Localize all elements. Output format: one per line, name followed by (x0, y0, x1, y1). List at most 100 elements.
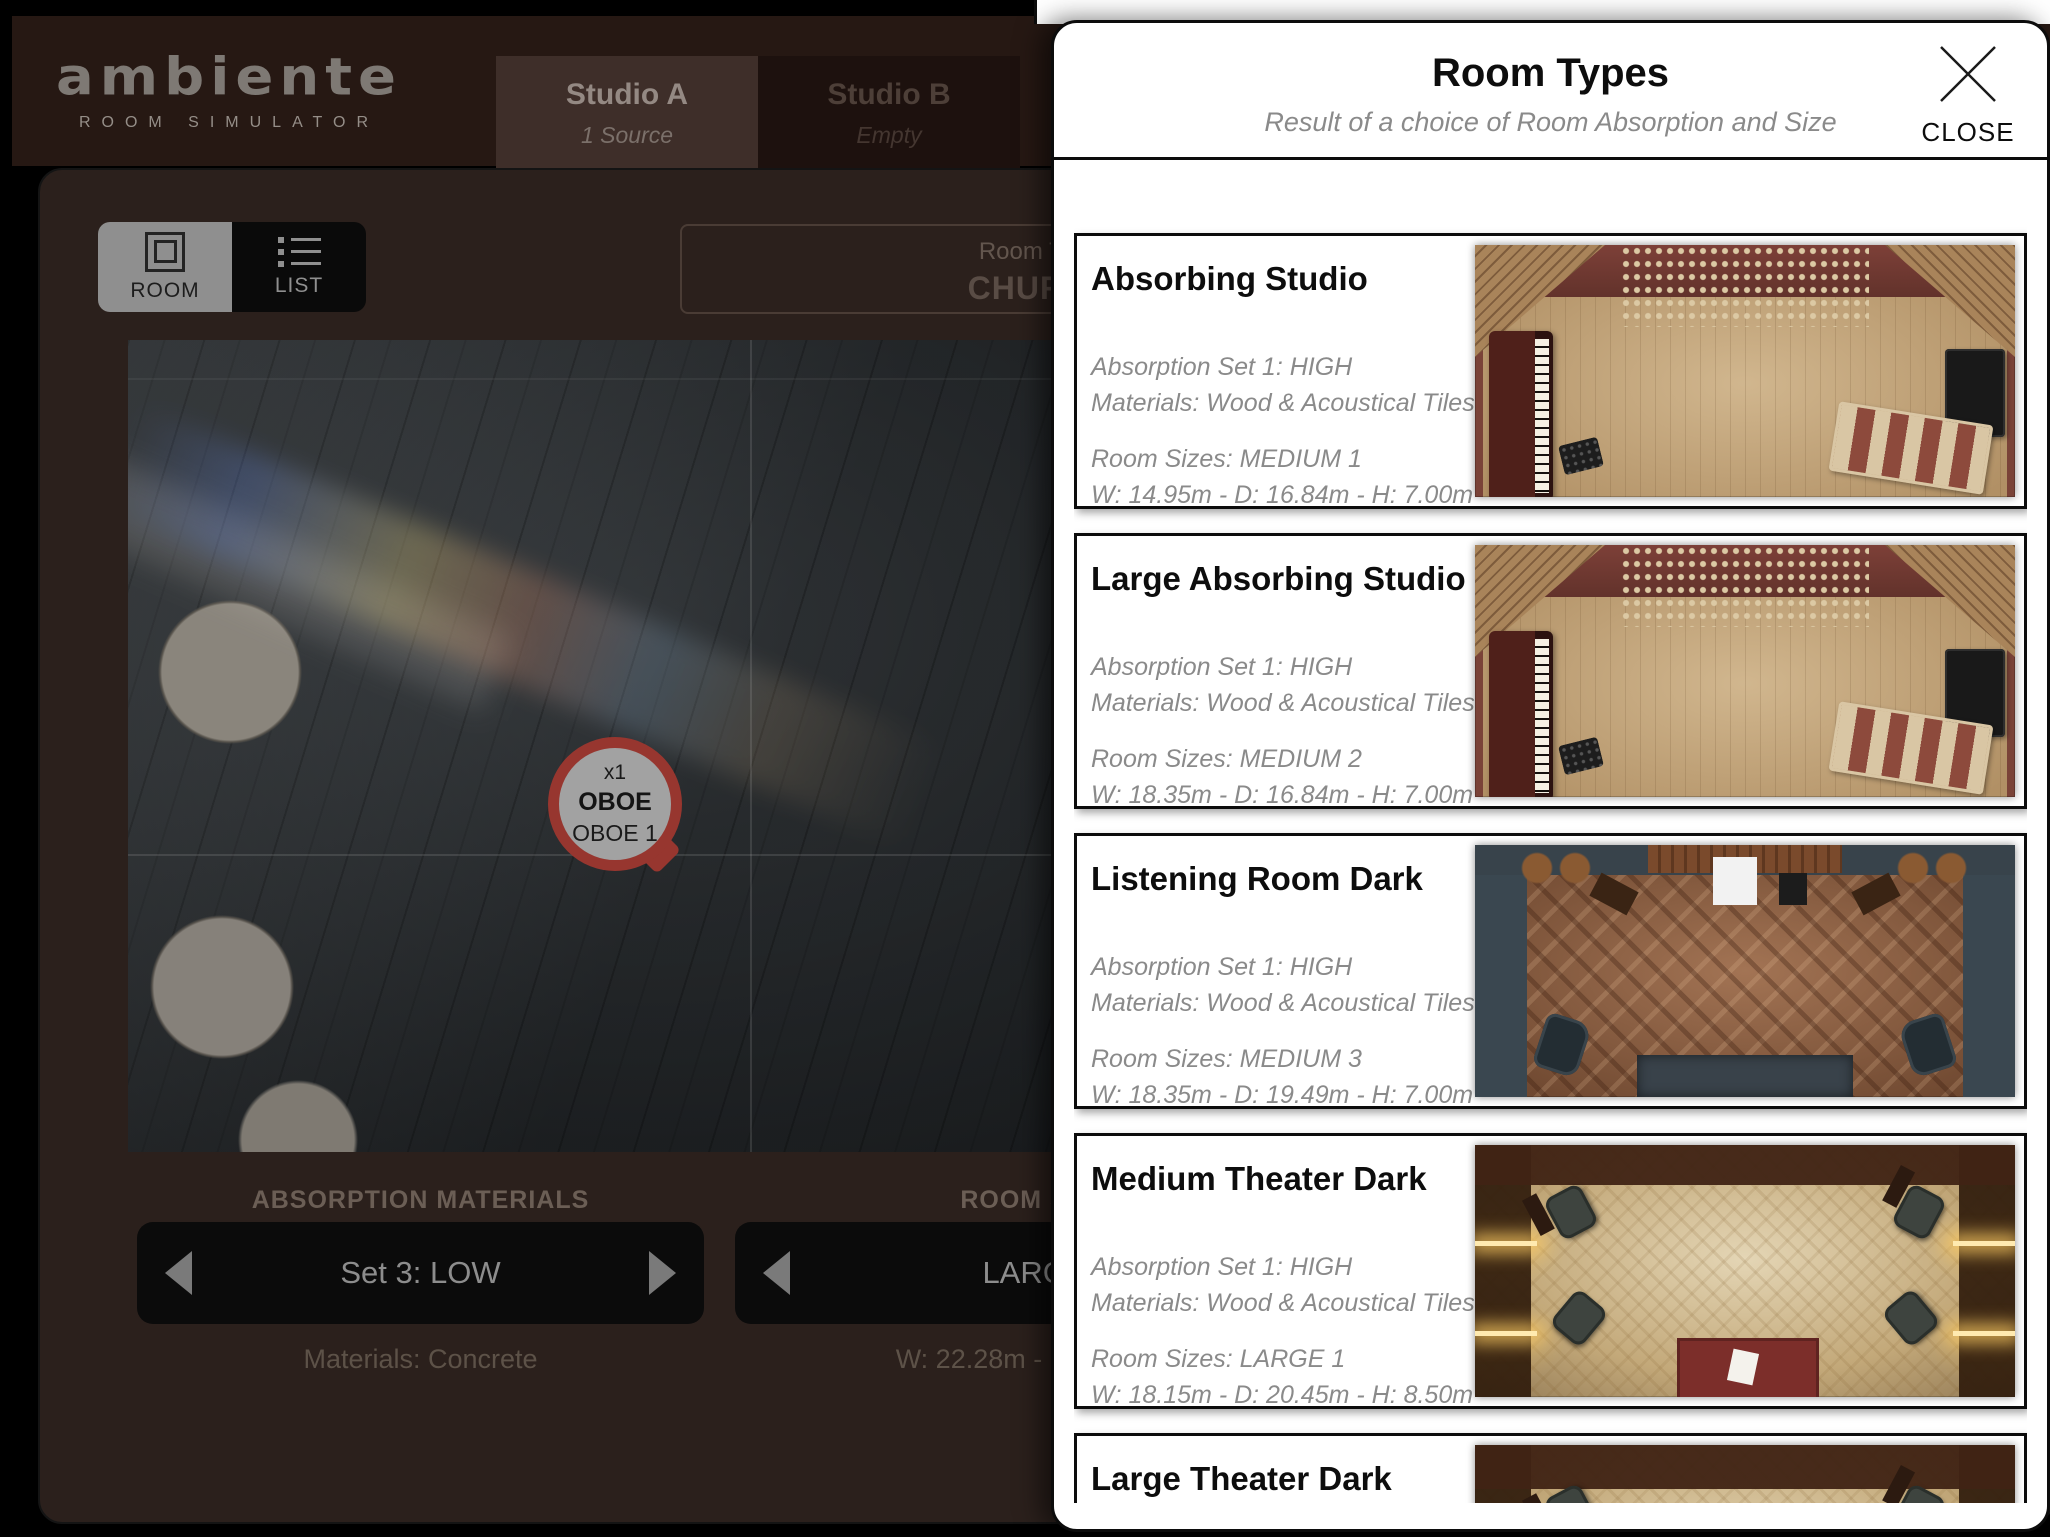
list-view-icon (277, 236, 321, 267)
screen-shape (1712, 857, 1757, 905)
card-materials: Materials: Wood & Acoustical Tiles (1091, 988, 1475, 1017)
tab-studio-a-label: Studio A (565, 78, 689, 111)
card-absorption-set: Absorption Set 1: HIGH (1091, 953, 1353, 981)
card-materials: Materials: Wood & Acoustical Tiles (1091, 1288, 1475, 1317)
light-beam-shape (1953, 1331, 2015, 1337)
source-marker-oboe[interactable]: x1 OBOE OBOE 1 (548, 737, 682, 875)
card-absorption-info: Absorption Set 1: HIGH Materials: Wood &… (1091, 950, 1521, 1021)
card-size-info: Room Sizes: LARGE 1 W: 18.15m - D: 20.45… (1091, 1342, 1521, 1413)
card-medium-theater-dark[interactable]: Medium Theater Dark Absorption Set 1: HI… (1074, 1133, 2027, 1409)
absorption-selector-value: Set 3: LOW (340, 1255, 501, 1290)
card-room-size: Room Sizes: MEDIUM 1 (1091, 445, 1362, 473)
close-label: CLOSE (1921, 117, 2015, 147)
card-dimensions: W: 18.35m - D: 19.49m - H: 7.00m (1091, 1080, 1474, 1109)
card-absorption-set: Absorption Set 1: HIGH (1091, 1253, 1353, 1281)
modal-divider (1054, 157, 2047, 160)
marker-count: x1 (603, 761, 627, 784)
absorption-materials-heading: ABSORPTION MATERIALS (251, 1186, 590, 1214)
prev-arrow-icon[interactable] (763, 1251, 790, 1295)
card-title: Medium Theater Dark (1091, 1160, 1427, 1197)
stools-shape (1895, 849, 1971, 887)
chair-shape (1880, 1287, 1942, 1349)
card-materials: Materials: Wood & Acoustical Tiles (1091, 688, 1475, 717)
tab-studio-b[interactable]: Studio B Empty (758, 56, 1020, 174)
piano-shape (1489, 331, 1553, 497)
chair-shape (1890, 1182, 1948, 1242)
marker-instance: OBOE 1 (572, 820, 658, 846)
corner-panel-shape (1885, 245, 2015, 357)
next-arrow-icon[interactable] (649, 1251, 676, 1295)
light-beam-shape (1953, 1240, 2015, 1246)
rug-shape (1637, 1055, 1853, 1097)
speaker-shape (1589, 872, 1639, 916)
marker-name: OBOE (578, 788, 652, 816)
room-view-label: ROOM (130, 278, 200, 302)
chair-shape (1890, 1482, 1948, 1503)
card-absorption-info: Absorption Set 1: HIGH Materials: Wood &… (1091, 350, 1521, 421)
card-room-size: Room Sizes: MEDIUM 3 (1091, 1045, 1362, 1073)
corner-panel-shape (1885, 545, 2015, 657)
room-preview-image (1475, 1445, 2015, 1503)
card-dimensions: W: 18.35m - D: 16.84m - H: 7.00m (1091, 780, 1474, 809)
card-title: Listening Room Dark (1091, 860, 1423, 897)
room-viewport[interactable]: x1 OBOE OBOE 1 (128, 340, 1058, 1152)
list-view-button[interactable]: LIST (232, 222, 366, 312)
card-size-info: Room Sizes: MEDIUM 1 W: 14.95m - D: 16.8… (1091, 442, 1521, 513)
control-pad-shape (1557, 436, 1605, 476)
absorption-selector[interactable]: Set 3: LOW (137, 1222, 704, 1324)
room-preview-image (1475, 1145, 2015, 1397)
tab-studio-b-sublabel: Empty (856, 122, 922, 148)
modal-title: Room Types (1431, 51, 1670, 95)
card-absorption-info: Absorption Set 1: HIGH Materials: Wood &… (1091, 1250, 1521, 1321)
card-large-theater-dark[interactable]: Large Theater Dark (1074, 1433, 2027, 1503)
chair-shape (1542, 1182, 1600, 1242)
logo-wordmark: ambiente (55, 47, 403, 108)
room-view-icon (145, 231, 185, 272)
card-size-info: Room Sizes: MEDIUM 2 W: 18.35m - D: 16.8… (1091, 742, 1521, 813)
card-large-absorbing-studio[interactable]: Large Absorbing Studio Absorption Set 1:… (1074, 533, 2027, 809)
room-type-card-list: Absorbing Studio Absorption Set 1: HIGH … (1074, 163, 2027, 1503)
marker-circle: x1 OBOE OBOE 1 (548, 737, 682, 871)
card-dimensions: W: 18.15m - D: 20.45m - H: 8.50m (1091, 1380, 1474, 1409)
speaker-shape (1851, 872, 1901, 916)
prev-arrow-icon[interactable] (165, 1251, 192, 1295)
card-absorption-set: Absorption Set 1: HIGH (1091, 353, 1353, 381)
close-icon (1940, 46, 1996, 102)
table-shape (1677, 1338, 1819, 1397)
card-room-size: Room Sizes: MEDIUM 2 (1091, 745, 1362, 773)
room-preview-image (1475, 245, 2015, 497)
modal-subtitle: Result of a choice of Room Absorption an… (1264, 107, 1837, 137)
light-beam-shape (1475, 1331, 1537, 1337)
app-logo: ambiente ROOM SIMULATOR (54, 50, 404, 132)
card-listening-room-dark[interactable]: Listening Room Dark Absorption Set 1: HI… (1074, 833, 2027, 1109)
room-view-button[interactable]: ROOM (98, 222, 232, 312)
piano-shape (1489, 631, 1553, 797)
card-size-info: Room Sizes: MEDIUM 3 W: 18.35m - D: 19.4… (1091, 1042, 1521, 1113)
room-preview-image (1475, 545, 2015, 797)
logo-tagline: ROOM SIMULATOR (78, 114, 380, 131)
card-absorption-info: Absorption Set 1: HIGH Materials: Wood &… (1091, 650, 1521, 721)
lens-flare-shape (128, 404, 950, 850)
close-button[interactable]: CLOSE (1913, 39, 2023, 148)
list-view-label: LIST (274, 273, 324, 297)
room-types-modal: Room Types Result of a choice of Room Ab… (1051, 20, 2050, 1532)
card-title: Large Absorbing Studio (1091, 560, 1466, 597)
card-title: Large Theater Dark (1091, 1460, 1392, 1497)
absorption-materials-detail: Materials: Concrete (303, 1344, 538, 1374)
armchair-shape (1531, 1011, 1593, 1079)
card-dimensions: W: 14.95m - D: 16.84m - H: 7.00m (1091, 480, 1474, 509)
tab-studio-b-label: Studio B (827, 78, 951, 111)
card-absorption-set: Absorption Set 1: HIGH (1091, 653, 1353, 681)
room-grid-line (750, 340, 752, 1152)
app-root: ambiente ROOM SIMULATOR Studio A 1 Sourc… (0, 0, 2050, 1537)
chair-shape (1548, 1287, 1610, 1349)
room-grid-line (128, 378, 1058, 380)
light-beam-shape (1475, 1240, 1537, 1246)
tab-studio-a-sublabel: 1 Source (580, 122, 674, 148)
tab-studio-a[interactable]: Studio A 1 Source (496, 56, 758, 174)
card-absorbing-studio[interactable]: Absorbing Studio Absorption Set 1: HIGH … (1074, 233, 2027, 509)
stools-shape (1519, 849, 1595, 887)
card-room-size: Room Sizes: LARGE 1 (1091, 1345, 1346, 1373)
chair-shape (1542, 1482, 1600, 1503)
room-preview-image (1475, 845, 2015, 1097)
